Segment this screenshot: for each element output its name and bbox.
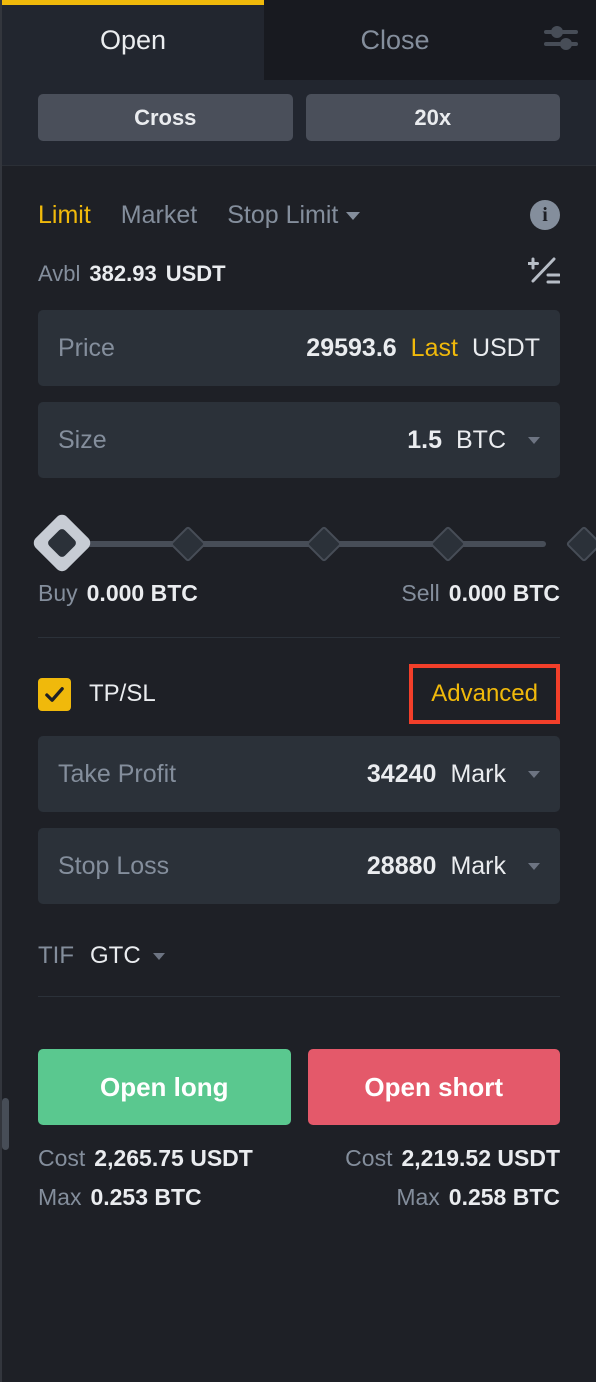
tab-open-label: Open (99, 24, 167, 55)
tab-open[interactable]: Open (2, 0, 264, 80)
size-value: 1.5 (407, 425, 442, 454)
size-input[interactable]: Size 1.5 BTC (38, 402, 560, 478)
size-unit: BTC (456, 425, 506, 454)
tab-close[interactable]: Close (264, 0, 526, 80)
slider-tick-50[interactable] (305, 525, 343, 563)
tif-row: TIF GTC (38, 920, 560, 996)
open-long-button[interactable]: Open long (38, 1049, 291, 1125)
slider-track (52, 541, 546, 547)
tif-label: TIF (38, 942, 74, 969)
action-buttons: Open long Open short (38, 1023, 560, 1125)
tpsl-row: TP/SL Advanced (38, 664, 560, 724)
chevron-down-icon (346, 211, 361, 220)
available-balance-amount: 382.93 (89, 261, 157, 286)
stop-loss-value: 28880 (366, 851, 437, 880)
long-cost-value: 2,265.75 USDT (94, 1145, 253, 1171)
size-label: Size (58, 425, 107, 454)
leverage-button[interactable]: 20x (305, 94, 560, 141)
check-icon (45, 686, 64, 702)
price-value: 29593.6 (306, 333, 397, 362)
take-profit-input[interactable]: Take Profit 34240 Mark (38, 736, 560, 812)
buy-estimate: Buy 0.000 BTC (38, 580, 198, 607)
info-icon[interactable]: i (530, 200, 560, 230)
price-currency: USDT (471, 333, 540, 362)
short-cost-label: Cost (345, 1145, 393, 1171)
take-profit-chevron-down-icon[interactable] (528, 770, 540, 778)
long-max-line: Max 0.253 BTC (38, 1184, 299, 1223)
order-direction-tabs: Open Close (2, 0, 596, 80)
take-profit-right: 34240 Mark (367, 760, 540, 789)
margin-mode-button[interactable]: Cross (38, 94, 293, 141)
stop-loss-right: 28880 Mark (367, 852, 540, 881)
price-right: 29593.6 Last USDT (306, 334, 540, 363)
long-max-label: Max (38, 1184, 82, 1210)
advanced-label: Advanced (431, 680, 538, 707)
order-type-limit[interactable]: Limit (38, 201, 91, 230)
buy-value: 0.000 BTC (86, 580, 198, 606)
divider-tpsl (38, 637, 560, 638)
slider-tick-75[interactable] (429, 525, 467, 563)
short-summary: Cost 2,219.52 USDT Max 0.258 BTC (299, 1145, 560, 1223)
margin-section: Cross 20x (2, 80, 596, 166)
take-profit-value: 34240 (366, 759, 437, 788)
slider-tick-25[interactable] (169, 525, 207, 563)
short-cost-line: Cost 2,219.52 USDT (299, 1145, 560, 1184)
advanced-button[interactable]: Advanced (409, 664, 560, 724)
order-type-tabs: Limit Market Stop Limit i (38, 166, 560, 240)
slider-tick-100[interactable] (565, 525, 596, 563)
sliders-icon[interactable] (544, 23, 578, 53)
margin-row: Cross 20x (2, 80, 596, 166)
sell-label: Sell (401, 580, 440, 606)
vertical-scrollbar-thumb[interactable] (2, 1098, 9, 1150)
sell-estimate: Sell 0.000 BTC (401, 580, 560, 607)
trading-order-panel: Open Close Cross 20x Limit Market Stop L… (0, 0, 596, 1382)
size-right: 1.5 BTC (407, 426, 540, 455)
order-type-market[interactable]: Market (121, 201, 197, 230)
price-label: Price (58, 333, 115, 362)
divider-actions (38, 996, 560, 997)
tif-value[interactable]: GTC (90, 942, 141, 970)
short-max-label: Max (396, 1184, 440, 1210)
buy-label: Buy (38, 580, 78, 606)
stop-loss-chevron-down-icon[interactable] (528, 862, 540, 870)
order-form: Limit Market Stop Limit i Avbl 382.93 US… (2, 166, 596, 1223)
price-mode-last[interactable]: Last (411, 334, 458, 363)
stop-loss-label: Stop Loss (58, 851, 170, 880)
buy-sell-estimates: Buy 0.000 BTC Sell 0.000 BTC (38, 580, 560, 637)
order-summary: Cost 2,265.75 USDT Max 0.253 BTC Cost 2,219… (38, 1125, 560, 1223)
tpsl-checkbox[interactable] (38, 677, 71, 711)
sell-value: 0.000 BTC (448, 580, 560, 606)
short-max-value: 0.258 BTC (448, 1184, 560, 1210)
stop-loss-trigger[interactable]: Mark (450, 852, 506, 881)
order-type-stop-limit[interactable]: Stop Limit (227, 200, 361, 230)
open-short-button[interactable]: Open short (307, 1049, 560, 1125)
long-cost-line: Cost 2,265.75 USDT (38, 1145, 299, 1184)
settings-slot (526, 0, 596, 80)
slider-handle[interactable] (30, 511, 94, 575)
long-summary: Cost 2,265.75 USDT Max 0.253 BTC (38, 1145, 299, 1223)
short-cost-value: 2,219.52 USDT (401, 1145, 560, 1171)
tif-chevron-down-icon[interactable] (152, 952, 165, 960)
stop-loss-input[interactable]: Stop Loss 28880 Mark (38, 828, 560, 904)
price-input[interactable]: Price 29593.6 Last USDT (38, 310, 560, 386)
size-percent-slider[interactable] (30, 511, 596, 575)
tab-close-label: Close (360, 24, 430, 55)
size-unit-chevron-down-icon[interactable] (528, 436, 540, 444)
long-max-value: 0.253 BTC (90, 1184, 202, 1210)
transfer-icon[interactable] (527, 256, 561, 292)
take-profit-trigger[interactable]: Mark (450, 760, 506, 789)
available-balance-label: Avbl (38, 261, 81, 286)
available-balance-row: Avbl 382.93 USDT (38, 240, 561, 310)
take-profit-label: Take Profit (58, 759, 177, 788)
short-max-line: Max 0.258 BTC (299, 1184, 560, 1223)
order-type-stop-limit-label: Stop Limit (227, 200, 339, 229)
long-cost-label: Cost (38, 1145, 86, 1171)
tpsl-label: TP/SL (89, 680, 156, 707)
available-balance-currency: USDT (165, 261, 226, 286)
